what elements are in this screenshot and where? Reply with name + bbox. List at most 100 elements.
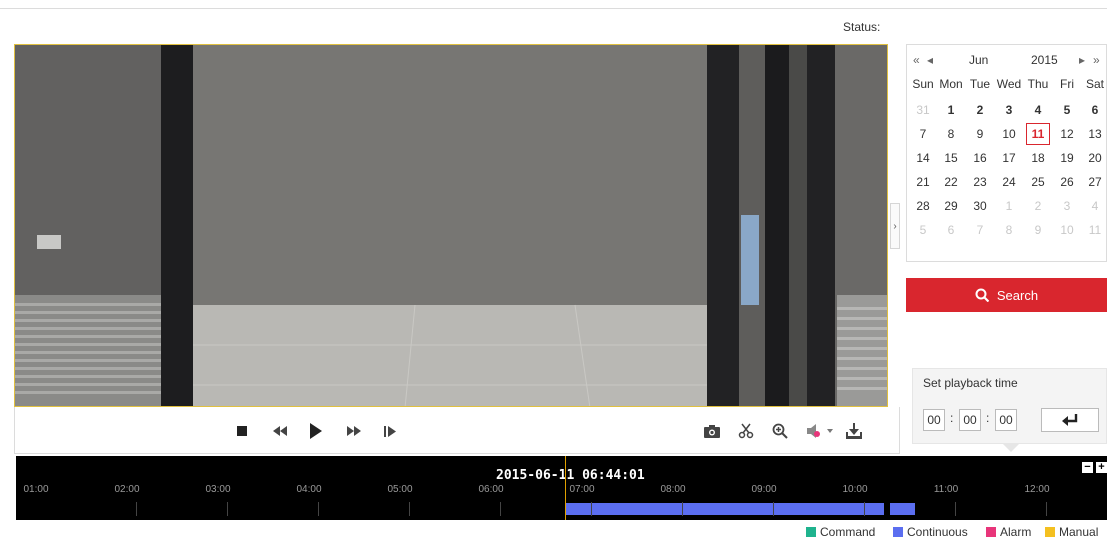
- calendar-day[interactable]: 29: [939, 195, 963, 217]
- calendar-day[interactable]: 21: [911, 171, 935, 193]
- calendar-day[interactable]: 18: [1026, 147, 1050, 169]
- second-field[interactable]: 00: [995, 409, 1017, 431]
- calendar-day[interactable]: 24: [997, 171, 1021, 193]
- timeline-tick-label: 07:00: [569, 484, 595, 495]
- legend-item: Manual: [1045, 525, 1098, 539]
- calendar-week: 7 8 9 10 11 12 13: [909, 123, 1107, 147]
- calendar-week: 31 1 2 3 4 5 6: [909, 99, 1107, 123]
- calendar-day[interactable]: 13: [1083, 123, 1107, 145]
- calendar-day[interactable]: 11: [1083, 219, 1107, 241]
- calendar-year[interactable]: 2015: [1031, 53, 1058, 67]
- legend-label: Manual: [1059, 525, 1099, 539]
- timeline-gridline: [227, 502, 228, 516]
- calendar-week: 28 29 30 1 2 3 4: [909, 195, 1107, 219]
- video-viewport[interactable]: [14, 44, 888, 407]
- search-button[interactable]: Search: [906, 278, 1107, 312]
- calendar-day[interactable]: 1: [939, 99, 963, 121]
- calendar-day[interactable]: 9: [968, 123, 992, 145]
- calendar-day[interactable]: 20: [1083, 147, 1107, 169]
- calendar-day[interactable]: 8: [997, 219, 1021, 241]
- calendar-day[interactable]: 2: [968, 99, 992, 121]
- calendar-week: 21 22 23 24 25 26 27: [909, 171, 1107, 195]
- volume-icon[interactable]: [805, 420, 837, 442]
- play-icon[interactable]: [305, 420, 327, 442]
- calendar-day[interactable]: 7: [911, 123, 935, 145]
- next-year-icon[interactable]: »: [1093, 53, 1100, 67]
- calendar-day[interactable]: 10: [1055, 219, 1079, 241]
- slow-forward-icon[interactable]: [269, 420, 291, 442]
- calendar-day[interactable]: 12: [1055, 123, 1079, 145]
- zoom-out-icon[interactable]: −: [1082, 462, 1093, 473]
- timeline-tick-label: 01:00: [23, 484, 49, 495]
- download-icon[interactable]: [843, 420, 865, 442]
- calendar-day[interactable]: 4: [1083, 195, 1107, 217]
- calendar-day[interactable]: 22: [939, 171, 963, 193]
- date-calendar: « ◂ Jun 2015 ▸ » Sun Mon Tue Wed Thu Fri Sat 3…: [906, 44, 1107, 262]
- calendar-day[interactable]: 19: [1055, 147, 1079, 169]
- legend-swatch: [893, 527, 903, 537]
- calendar-day[interactable]: 3: [997, 99, 1021, 121]
- capture-icon[interactable]: [701, 420, 723, 442]
- calendar-day[interactable]: 8: [939, 123, 963, 145]
- calendar-day[interactable]: 15: [939, 147, 963, 169]
- single-frame-icon[interactable]: [379, 420, 401, 442]
- calendar-day[interactable]: 14: [911, 147, 935, 169]
- calendar-day[interactable]: 5: [911, 219, 935, 241]
- calendar-day[interactable]: 26: [1055, 171, 1079, 193]
- timeline-tick-label: 08:00: [660, 484, 686, 495]
- digital-zoom-icon[interactable]: [769, 420, 791, 442]
- calendar-day[interactable]: 2: [1026, 195, 1050, 217]
- calendar-day[interactable]: 23: [968, 171, 992, 193]
- calendar-day[interactable]: 1: [997, 195, 1021, 217]
- calendar-day[interactable]: 5: [1055, 99, 1079, 121]
- calendar-day[interactable]: 6: [939, 219, 963, 241]
- calendar-week: 14 15 16 17 18 19 20: [909, 147, 1107, 171]
- calendar-day[interactable]: 6: [1083, 99, 1107, 121]
- calendar-month[interactable]: Jun: [969, 53, 988, 67]
- calendar-day[interactable]: 9: [1026, 219, 1050, 241]
- legend-label: Alarm: [1000, 525, 1032, 539]
- timeline-gridline: [409, 502, 410, 516]
- timeline-cursor[interactable]: [565, 456, 566, 520]
- calendar-day[interactable]: 30: [968, 195, 992, 217]
- prev-year-icon[interactable]: «: [913, 53, 920, 67]
- stop-icon[interactable]: [231, 420, 253, 442]
- go-to-time-button[interactable]: [1041, 408, 1099, 432]
- weekday-label: Thu: [1027, 77, 1049, 91]
- playback-time-title: Set playback time: [923, 376, 1018, 390]
- calendar-day[interactable]: 10: [997, 123, 1021, 145]
- playback-timeline[interactable]: 2015-06-11 06:44:01 − + 01:00 02:00 03:00 0…: [16, 456, 1107, 520]
- legend-label: Continuous: [907, 525, 968, 539]
- calendar-day[interactable]: 31: [911, 99, 935, 121]
- fast-forward-icon[interactable]: [343, 420, 365, 442]
- calendar-day[interactable]: 25: [1026, 171, 1050, 193]
- playback-panel-pointer: [1003, 444, 1019, 452]
- calendar-day[interactable]: 28: [911, 195, 935, 217]
- timeline-tick-label: 05:00: [387, 484, 413, 495]
- timeline-gridline: [682, 502, 683, 516]
- next-month-icon[interactable]: ▸: [1079, 53, 1085, 67]
- timeline-tick-label: 09:00: [751, 484, 777, 495]
- collapse-panel-button[interactable]: ›: [890, 203, 900, 249]
- calendar-day[interactable]: 27: [1083, 171, 1107, 193]
- calendar-day[interactable]: 16: [968, 147, 992, 169]
- zoom-in-icon[interactable]: +: [1096, 462, 1107, 473]
- timeline-tick-label: 11:00: [933, 484, 959, 495]
- calendar-day[interactable]: 7: [968, 219, 992, 241]
- time-separator: :: [986, 411, 990, 425]
- clip-icon[interactable]: [735, 420, 757, 442]
- hour-field[interactable]: 00: [923, 409, 945, 431]
- calendar-day[interactable]: 11: [1026, 123, 1050, 145]
- weekday-label: Tue: [969, 77, 991, 91]
- minute-field[interactable]: 00: [959, 409, 981, 431]
- player-toolbar: [14, 407, 900, 454]
- calendar-day[interactable]: 4: [1026, 99, 1050, 121]
- search-icon: [975, 288, 989, 302]
- calendar-day[interactable]: 17: [997, 147, 1021, 169]
- calendar-day[interactable]: 3: [1055, 195, 1079, 217]
- prev-month-icon[interactable]: ◂: [927, 53, 933, 67]
- legend-label: Command: [820, 525, 876, 539]
- weekday-label: Mon: [939, 77, 963, 91]
- enter-icon: [1062, 414, 1078, 426]
- legend-swatch: [806, 527, 816, 537]
